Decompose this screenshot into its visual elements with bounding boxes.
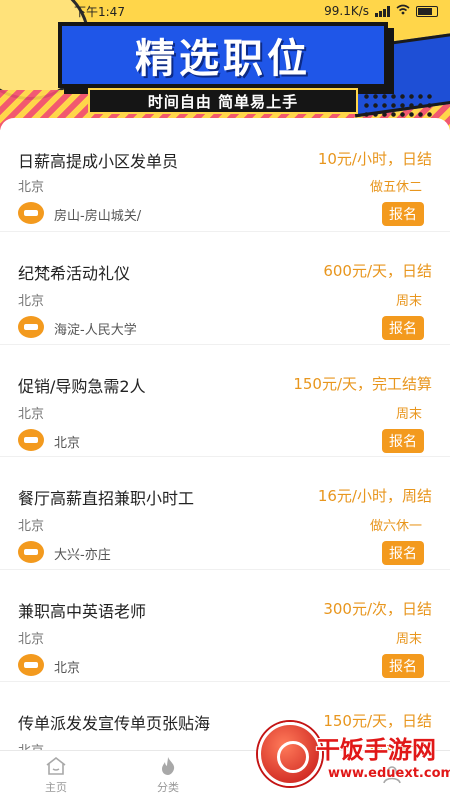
watermark-title: 干饭手游网 <box>316 736 436 764</box>
banner-title-box: 精选职位 <box>58 22 388 88</box>
job-city: 北京 <box>18 180 45 195</box>
battery-icon <box>416 5 438 17</box>
status-bar: 下午1:47 99.1K/s <box>0 0 450 22</box>
job-location: 大兴-亦庄 <box>54 548 111 563</box>
job-list[interactable]: 日薪高提成小区发单员 10元/小时，日结 北京 做五休二 房山-房山城关/ 报名… <box>0 118 450 750</box>
watermark-url: www.eduext.com <box>328 766 450 781</box>
job-title: 促销/导购急需2人 <box>18 376 146 396</box>
job-schedule: 周末 <box>395 406 422 422</box>
job-title: 餐厅高薪直招兼职小时工 <box>18 489 195 508</box>
job-location: 北京 <box>54 660 81 676</box>
signal-icon <box>375 5 390 17</box>
network-speed: 99.1K/s <box>324 4 369 18</box>
apply-button[interactable]: 报名 <box>382 541 424 565</box>
job-city: 北京 <box>18 294 45 309</box>
job-schedule: 做五休二 <box>369 180 422 195</box>
job-city: 北京 <box>18 740 44 750</box>
job-schedule: 周末 <box>395 631 422 647</box>
company-logo-icon <box>18 316 44 338</box>
status-time: 下午1:47 <box>74 4 125 19</box>
nav-home-label: 主页 <box>45 781 67 794</box>
job-title: 兼职高中英语老师 <box>18 601 147 621</box>
job-city: 北京 <box>18 519 45 534</box>
job-salary: 150元/天，完工结算 <box>293 374 432 393</box>
job-salary: 16元/小时，周结 <box>317 487 432 505</box>
company-logo-icon <box>18 653 44 676</box>
job-city: 北京 <box>18 406 45 422</box>
job-title: 日薪高提成小区发单员 <box>18 152 179 171</box>
nav-home[interactable]: 主页 <box>0 751 112 800</box>
home-icon <box>45 756 67 776</box>
apply-button[interactable]: 报名 <box>382 316 424 340</box>
banner-slogan: 时间自由 简单易上手 <box>88 88 358 114</box>
job-item[interactable]: 纪梵希活动礼仪 600元/天，日结 北京 周末 海淀-人民大学 报名 <box>0 232 450 345</box>
watermark: 干饭手游网 www.eduext.com <box>258 712 450 798</box>
nav-category[interactable]: 分类 <box>112 751 224 800</box>
job-salary: 10元/小时，日结 <box>317 150 432 168</box>
apply-button[interactable]: 报名 <box>382 653 424 678</box>
fire-icon <box>157 756 179 776</box>
apply-button[interactable]: 报名 <box>382 202 424 226</box>
watermark-logo-icon <box>258 722 322 786</box>
company-logo-icon <box>18 202 44 224</box>
job-location: 北京 <box>54 435 81 451</box>
job-salary: 300元/次，日结 <box>323 599 432 618</box>
job-title: 纪梵希活动礼仪 <box>18 264 131 283</box>
wifi-icon <box>396 4 410 18</box>
job-item[interactable]: 餐厅高薪直招兼职小时工 16元/小时，周结 北京 做六休一 大兴-亦庄 报名 <box>0 457 450 570</box>
apply-button[interactable]: 报名 <box>382 428 424 453</box>
job-item[interactable]: 日薪高提成小区发单员 10元/小时，日结 北京 做五休二 房山-房山城关/ 报名 <box>0 118 450 232</box>
banner-title: 精选职位 <box>135 36 311 82</box>
nav-category-label: 分类 <box>157 781 179 794</box>
job-item[interactable]: 促销/导购急需2人 150元/天，完工结算 北京 周末 北京 报名 <box>0 345 450 457</box>
job-city: 北京 <box>18 631 45 647</box>
job-location: 海淀-人民大学 <box>54 323 137 338</box>
job-item[interactable]: 兼职高中英语老师 300元/次，日结 北京 周末 北京 报名 <box>0 570 450 682</box>
banner-decoration-dots <box>362 92 432 118</box>
job-location: 房山-房山城关/ <box>54 209 142 224</box>
company-logo-icon <box>18 541 44 563</box>
job-salary: 600元/天，日结 <box>323 262 432 280</box>
job-schedule: 做六休一 <box>369 519 422 534</box>
company-logo-icon <box>18 428 44 451</box>
job-schedule: 周末 <box>395 294 422 309</box>
job-title: 传单派发发宣传单页张贴海 <box>18 714 211 733</box>
